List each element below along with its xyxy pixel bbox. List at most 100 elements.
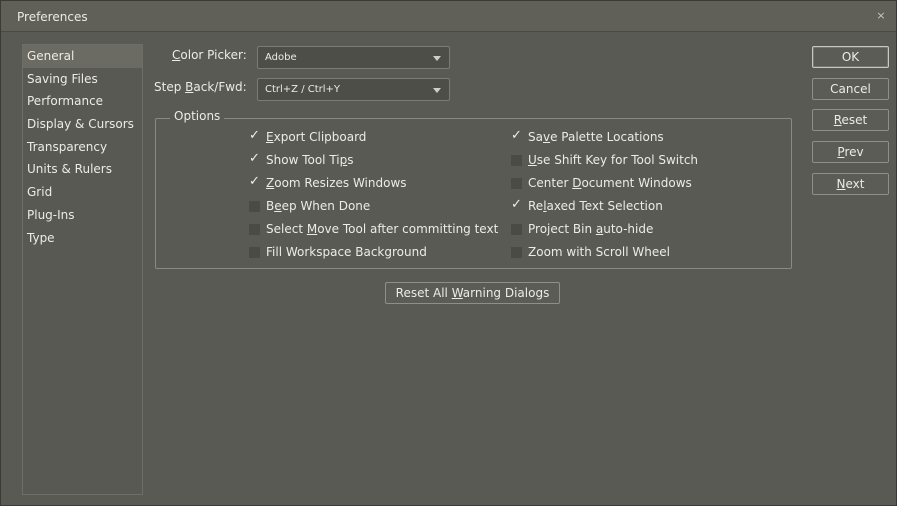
option-checkbox[interactable]: Show Tool Tips — [249, 151, 354, 168]
option-label-u: e — [274, 199, 282, 213]
option-label-pre: Sa — [528, 130, 543, 144]
option-label: Zoom with Scroll Wheel — [528, 245, 670, 259]
option-label-pre: Select — [266, 222, 307, 236]
option-label-post: oom Resizes Windows — [274, 176, 407, 190]
option-checkbox[interactable]: Beep When Done — [249, 198, 370, 214]
option-label-post: axed Text Selection — [546, 199, 663, 213]
option-label: Center Document Windows — [528, 176, 692, 190]
option-label-post: e Palette Locations — [550, 130, 664, 144]
prev-button[interactable]: Prev — [812, 141, 889, 163]
reset-warnings-pre: Reset All — [395, 286, 452, 300]
cancel-button[interactable]: Cancel — [812, 78, 889, 100]
options-group-title: Options — [170, 109, 225, 123]
prev-label-post: rev — [844, 145, 864, 159]
checkbox-empty-icon[interactable] — [511, 223, 522, 235]
reset-warnings-post: arning Dialogs — [462, 286, 550, 300]
sidebar-item[interactable]: Type — [23, 227, 142, 250]
option-label: Relaxed Text Selection — [528, 199, 663, 213]
sidebar-item[interactable]: Performance — [23, 90, 142, 113]
step-back-label-pre: Step — [154, 80, 186, 94]
window-title: Preferences — [17, 10, 88, 24]
option-label: Select Move Tool after committing text — [266, 222, 498, 236]
option-label-pre: Fill Workspace Background — [266, 245, 427, 259]
category-list: General Saving Files Performance Display & … — [22, 44, 143, 495]
option-checkbox[interactable]: Zoom with Scroll Wheel — [511, 244, 670, 260]
ok-label: OK — [841, 50, 860, 64]
option-label: Use Shift Key for Tool Switch — [528, 153, 698, 167]
option-label: Project Bin auto-hide — [528, 222, 653, 236]
chevron-down-icon — [433, 56, 441, 61]
option-checkbox[interactable]: Use Shift Key for Tool Switch — [511, 152, 698, 168]
chevron-down-icon — [433, 88, 441, 93]
close-icon[interactable]: × — [874, 9, 888, 22]
checkmark-icon[interactable] — [249, 151, 260, 166]
option-label-pre: Re — [528, 199, 544, 213]
reset-warnings-mnemonic: W — [451, 286, 463, 300]
option-checkbox[interactable]: Fill Workspace Background — [249, 244, 427, 260]
next-label-post: ext — [845, 177, 865, 191]
reset-mnemonic: R — [833, 113, 842, 127]
reset-button[interactable]: Reset — [812, 109, 889, 131]
option-checkbox[interactable]: Save Palette Locations — [511, 128, 664, 145]
step-back-select[interactable]: Ctrl+Z / Ctrl+Y — [257, 78, 450, 101]
checkbox-empty-icon[interactable] — [511, 154, 522, 166]
option-label: Fill Workspace Background — [266, 245, 427, 259]
sidebar-item[interactable]: Transparency — [23, 136, 142, 159]
checkbox-empty-icon[interactable] — [511, 246, 522, 258]
sidebar-item[interactable]: Units & Rulers — [23, 158, 142, 181]
step-back-value: Ctrl+Z / Ctrl+Y — [265, 84, 341, 95]
checkmark-icon[interactable] — [511, 128, 522, 143]
reset-warning-dialogs-button[interactable]: Reset All Warning Dialogs — [385, 282, 560, 304]
option-checkbox[interactable]: Relaxed Text Selection — [511, 197, 663, 214]
ok-button[interactable]: OK — [812, 46, 889, 68]
title-bar: Preferences × — [1, 1, 896, 32]
option-checkbox[interactable]: Center Document Windows — [511, 175, 692, 191]
option-label-u: Z — [266, 176, 275, 190]
option-label: Beep When Done — [266, 199, 370, 213]
option-label-post: s — [347, 153, 354, 167]
option-label-pre: Center — [528, 176, 573, 190]
sidebar-item[interactable]: Saving Files — [23, 68, 142, 91]
sidebar-item[interactable]: General — [23, 45, 142, 68]
option-label-u: U — [528, 153, 537, 167]
option-label-post: ove Tool after committing text — [317, 222, 499, 236]
checkmark-icon[interactable] — [511, 197, 522, 212]
option-label: Show Tool Tips — [266, 153, 354, 167]
option-label-u: M — [306, 222, 318, 236]
color-picker-value: Adobe — [265, 52, 297, 63]
sidebar-item[interactable]: Plug-Ins — [23, 204, 142, 227]
color-picker-select[interactable]: Adobe — [257, 46, 450, 69]
option-checkbox[interactable]: Project Bin auto-hide — [511, 221, 653, 237]
option-label-post: uto-hide — [603, 222, 654, 236]
checkbox-empty-icon[interactable] — [249, 246, 260, 258]
option-label-post: xport Clipboard — [273, 130, 367, 144]
checkbox-empty-icon[interactable] — [249, 200, 260, 212]
option-checkbox[interactable]: Zoom Resizes Windows — [249, 174, 407, 191]
reset-label-post: eset — [841, 113, 868, 127]
checkmark-icon[interactable] — [249, 128, 260, 143]
next-button[interactable]: Next — [812, 173, 889, 195]
checkbox-empty-icon[interactable] — [511, 177, 522, 189]
option-label-u: E — [266, 130, 274, 144]
checkbox-empty-icon[interactable] — [249, 223, 260, 235]
option-checkbox[interactable]: Select Move Tool after committing text — [249, 221, 498, 237]
option-label-post: ocument Windows — [581, 176, 692, 190]
option-label-pre: Zoom with Scroll Wheel — [528, 245, 670, 259]
step-back-label: Step Back/Fwd: — [154, 80, 247, 94]
checkmark-icon[interactable] — [249, 174, 260, 189]
option-label: Export Clipboard — [266, 130, 366, 144]
sidebar-item[interactable]: Grid — [23, 181, 142, 204]
preferences-dialog: Preferences × General Saving Files Perform… — [0, 0, 897, 506]
sidebar-item[interactable]: Display & Cursors — [23, 113, 142, 136]
option-label-pre: Project Bin — [528, 222, 596, 236]
color-picker-label: Color Picker: — [172, 48, 247, 62]
color-picker-label-post: olor Picker: — [180, 48, 247, 62]
option-checkbox[interactable]: Export Clipboard — [249, 128, 366, 145]
step-back-label-post: ack/Fwd: — [193, 80, 247, 94]
option-label-post: ep When Done — [281, 199, 371, 213]
option-label: Zoom Resizes Windows — [266, 176, 407, 190]
option-label-pre: Show Tool Ti — [266, 153, 340, 167]
next-mnemonic: N — [836, 177, 846, 191]
cancel-label: Cancel — [830, 82, 871, 96]
option-label: Save Palette Locations — [528, 130, 664, 144]
